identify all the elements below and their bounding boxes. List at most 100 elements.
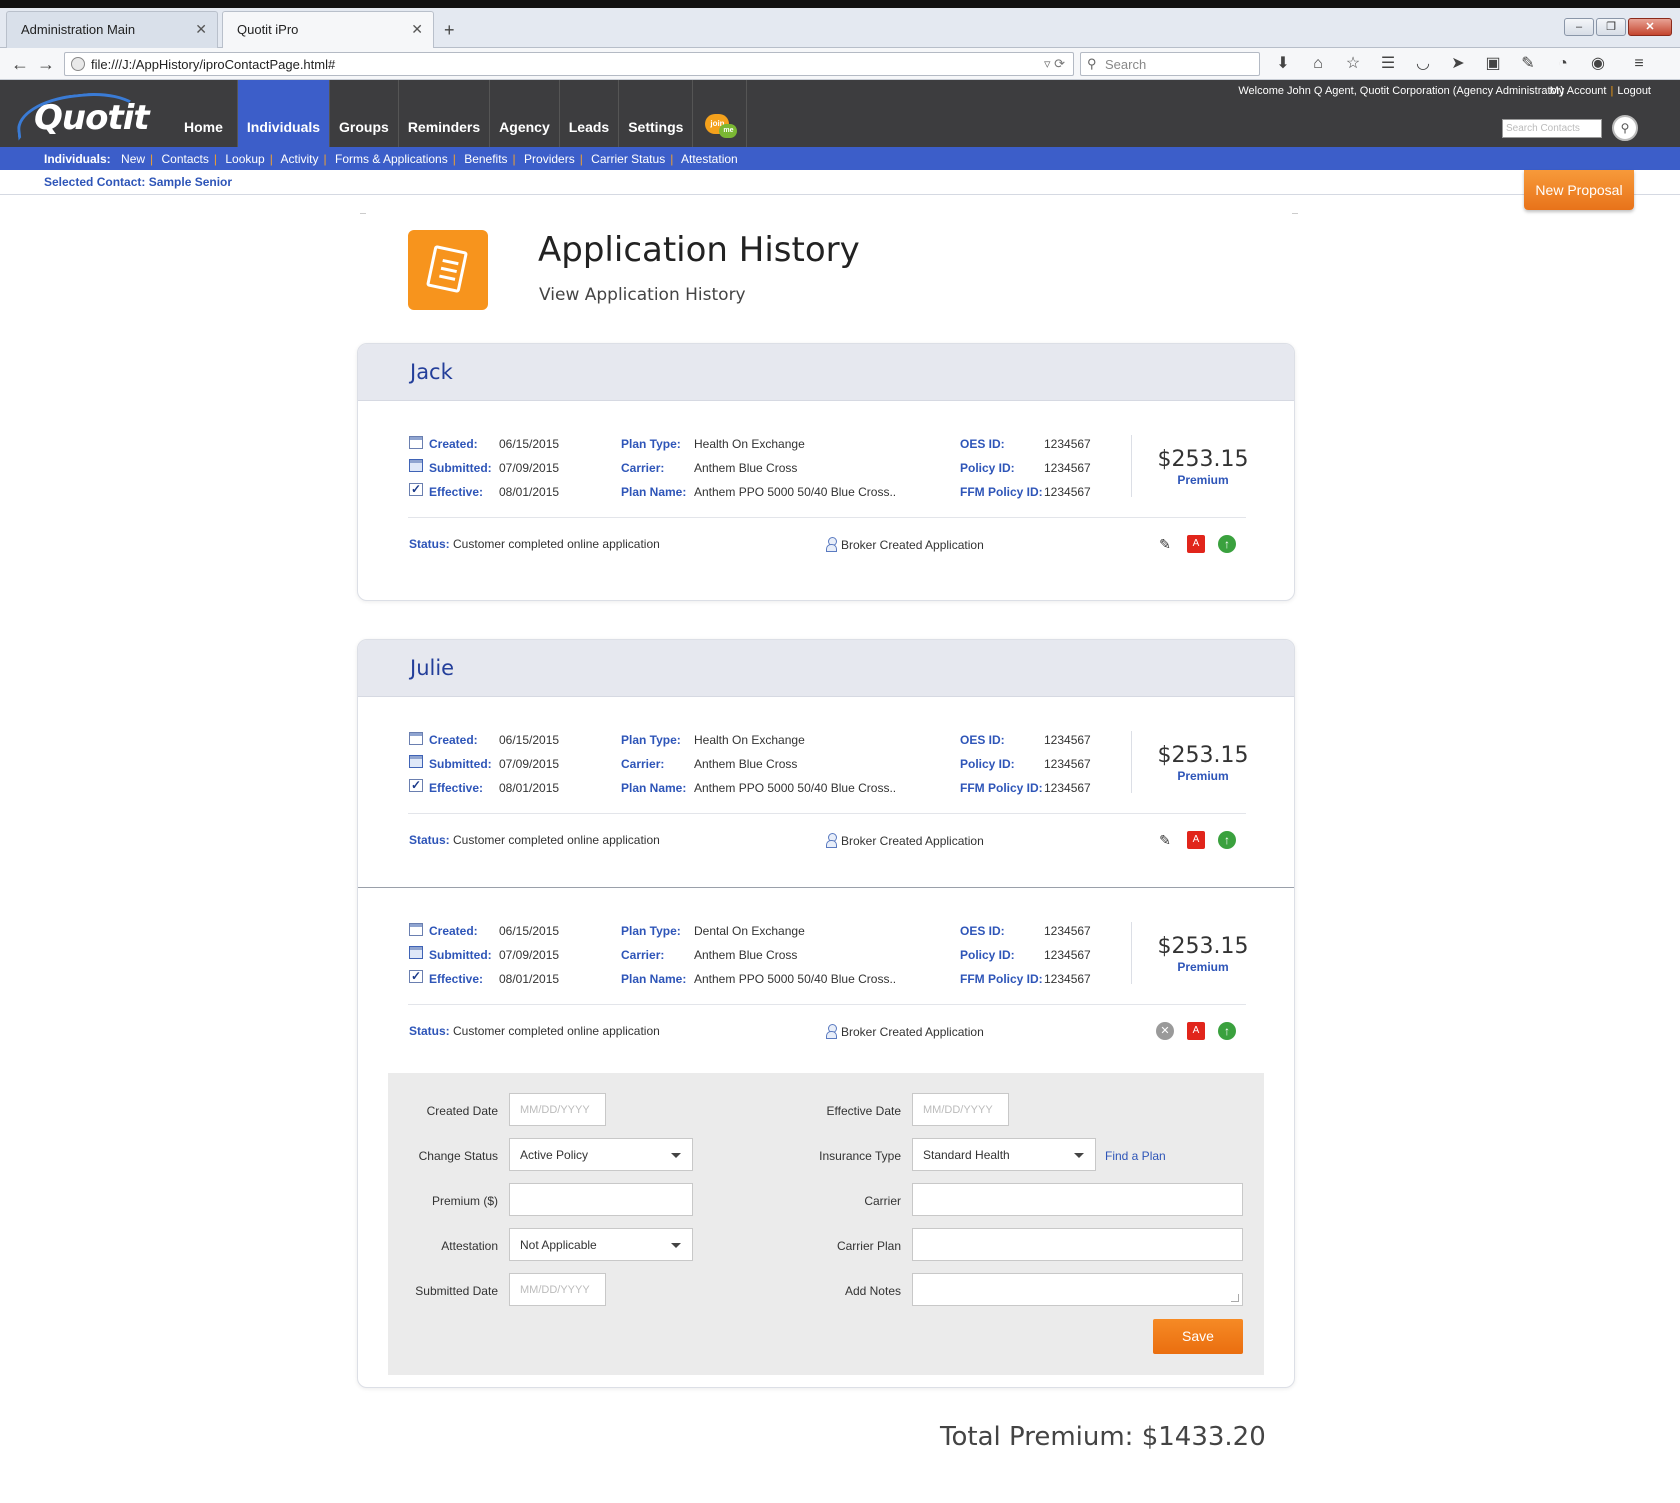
bookmark-star-icon[interactable]: ☆ bbox=[1342, 54, 1364, 74]
subnav-providers[interactable]: Providers bbox=[524, 152, 575, 166]
tab-quotit-ipro[interactable]: Quotit iPro ✕ bbox=[222, 11, 434, 49]
globe-icon bbox=[71, 57, 85, 71]
attestation-label: Attestation bbox=[441, 1239, 498, 1253]
find-a-plan-link[interactable]: Find a Plan bbox=[1105, 1149, 1166, 1163]
new-proposal-button[interactable]: New Proposal bbox=[1524, 170, 1634, 210]
pdf-icon[interactable]: A bbox=[1187, 1022, 1205, 1040]
send-icon[interactable]: ➤ bbox=[1447, 54, 1469, 74]
carrier-plan-input[interactable] bbox=[912, 1228, 1243, 1261]
change-status-label: Change Status bbox=[418, 1149, 498, 1163]
subnav-benefits[interactable]: Benefits bbox=[464, 152, 507, 166]
forward-arrow-icon[interactable]: → bbox=[34, 53, 58, 75]
effective-label: Effective: bbox=[429, 972, 484, 986]
edit-pencil-icon[interactable]: ✎ bbox=[1156, 831, 1174, 849]
upload-arrow-icon[interactable]: ↑ bbox=[1218, 831, 1236, 849]
selected-contact[interactable]: Selected Contact: Sample Senior bbox=[0, 170, 1680, 195]
address-url[interactable]: file:///J:/AppHistory/iproContactPage.ht… bbox=[91, 57, 335, 72]
nav-groups[interactable]: Groups bbox=[330, 80, 399, 147]
ffm-policy-id-value: 1234567 bbox=[1044, 781, 1091, 795]
subnav-attestation[interactable]: Attestation bbox=[681, 152, 738, 166]
effective-date: 08/01/2015 bbox=[499, 485, 560, 499]
search-contacts-input[interactable]: Search Contacts bbox=[1502, 119, 1602, 138]
carrier-input[interactable] bbox=[912, 1183, 1243, 1216]
search-contacts-icon[interactable]: ⚲ bbox=[1612, 115, 1638, 141]
plan-name-value: Anthem PPO 5000 50/40 Blue Cross.. bbox=[694, 972, 897, 986]
pdf-icon[interactable]: A bbox=[1187, 831, 1205, 849]
effective-label: Effective: bbox=[429, 781, 484, 795]
carrier-label: Carrier: bbox=[621, 461, 665, 475]
close-tab-icon[interactable]: ✕ bbox=[411, 21, 423, 38]
broker-text: Broker Created Application bbox=[841, 538, 984, 552]
resize-handle-icon[interactable] bbox=[1231, 1294, 1239, 1302]
nav-reminders[interactable]: Reminders bbox=[399, 80, 491, 147]
browser-search-box[interactable]: ⚲ Search bbox=[1080, 52, 1260, 76]
quotit-logo[interactable]: Quotit bbox=[14, 87, 150, 141]
close-tab-icon[interactable]: ✕ bbox=[195, 21, 207, 38]
plan-name-value: Anthem PPO 5000 50/40 Blue Cross.. bbox=[694, 781, 897, 795]
pocket-icon[interactable]: ◡ bbox=[1412, 54, 1434, 74]
submitted-date: 07/09/2015 bbox=[499, 948, 560, 962]
menu-icon[interactable]: ≡ bbox=[1628, 54, 1650, 74]
created-date-input[interactable]: MM/DD/YYYY bbox=[509, 1093, 606, 1126]
nav-leads[interactable]: Leads bbox=[560, 80, 620, 147]
subnav-label: Individuals: bbox=[44, 152, 111, 166]
add-notes-textarea[interactable] bbox=[912, 1273, 1243, 1306]
subnav-lookup[interactable]: Lookup bbox=[225, 152, 264, 166]
premium-amount: $253.15 bbox=[1157, 934, 1249, 959]
document-line bbox=[442, 258, 459, 266]
nav-home[interactable]: Home bbox=[174, 80, 238, 147]
subnav-activity[interactable]: Activity bbox=[281, 152, 319, 166]
insurance-type-select[interactable]: Standard Health bbox=[912, 1138, 1096, 1171]
carrier-value: Anthem Blue Cross bbox=[694, 461, 798, 475]
submitted-date-input[interactable]: MM/DD/YYYY bbox=[509, 1273, 606, 1306]
carrier-label: Carrier: bbox=[621, 757, 665, 771]
close-window-icon[interactable]: ✕ bbox=[1628, 18, 1672, 36]
nav-individuals[interactable]: Individuals bbox=[237, 80, 331, 147]
home-icon[interactable]: ⌂ bbox=[1307, 54, 1329, 74]
attestation-select[interactable]: Not Applicable bbox=[509, 1228, 693, 1261]
premium-input[interactable] bbox=[509, 1183, 693, 1216]
tab-administration-main[interactable]: Administration Main ✕ bbox=[6, 11, 218, 48]
search-icon: ⚲ bbox=[1087, 56, 1097, 71]
page-subtitle: View Application History bbox=[539, 285, 746, 305]
history-icon[interactable]: ◔ bbox=[1552, 54, 1574, 74]
restore-icon[interactable]: ❐ bbox=[1596, 18, 1626, 36]
save-page-icon[interactable]: ▣ bbox=[1482, 54, 1504, 74]
pdf-icon[interactable]: A bbox=[1187, 535, 1205, 553]
plan-type-value: Dental On Exchange bbox=[694, 924, 805, 938]
upload-arrow-icon[interactable]: ↑ bbox=[1218, 535, 1236, 553]
applicant-card-julie: Julie Created: 06/15/2015 Submitted: 07/… bbox=[357, 639, 1295, 1388]
submitted-label: Submitted: bbox=[429, 461, 492, 475]
attestation-value: Not Applicable bbox=[520, 1238, 597, 1252]
download-icon[interactable]: ⬇ bbox=[1272, 54, 1294, 74]
subnav-forms-applications[interactable]: Forms & Applications bbox=[335, 152, 448, 166]
subnav-contacts[interactable]: Contacts bbox=[162, 152, 209, 166]
my-account-link[interactable]: My Account bbox=[1550, 85, 1607, 97]
joinme-button[interactable]: join me bbox=[693, 80, 748, 147]
new-tab-icon[interactable]: + bbox=[444, 20, 455, 41]
save-button[interactable]: Save bbox=[1153, 1319, 1243, 1354]
calendar-icon bbox=[409, 459, 423, 472]
change-status-select[interactable]: Active Policy bbox=[509, 1138, 693, 1171]
back-arrow-icon[interactable]: ← bbox=[8, 53, 32, 75]
address-bar[interactable]: file:///J:/AppHistory/iproContactPage.ht… bbox=[64, 52, 1074, 76]
upload-arrow-icon[interactable]: ↑ bbox=[1218, 1022, 1236, 1040]
cancel-edit-icon[interactable]: ✕ bbox=[1156, 1022, 1174, 1040]
extension-icon[interactable]: ✎ bbox=[1517, 54, 1539, 74]
subnav-carrier-status[interactable]: Carrier Status bbox=[591, 152, 665, 166]
chat-icon[interactable]: ◉ bbox=[1587, 54, 1609, 74]
logout-link[interactable]: Logout bbox=[1617, 85, 1651, 97]
link-separator: | bbox=[1610, 85, 1614, 97]
reload-icon[interactable]: ▿ ⟳ bbox=[1044, 56, 1065, 72]
oes-id-label: OES ID: bbox=[960, 437, 1005, 451]
carrier-field-label: Carrier bbox=[864, 1194, 901, 1208]
row-divider bbox=[408, 813, 1246, 814]
nav-agency[interactable]: Agency bbox=[490, 80, 560, 147]
minimize-icon[interactable]: – bbox=[1564, 18, 1594, 36]
reading-list-icon[interactable]: ☰ bbox=[1377, 54, 1399, 74]
subnav-new[interactable]: New bbox=[121, 152, 145, 166]
edit-pencil-icon[interactable]: ✎ bbox=[1156, 535, 1174, 553]
effective-date-input[interactable]: MM/DD/YYYY bbox=[912, 1093, 1009, 1126]
vertical-divider bbox=[1131, 922, 1132, 984]
nav-settings[interactable]: Settings bbox=[619, 80, 694, 147]
